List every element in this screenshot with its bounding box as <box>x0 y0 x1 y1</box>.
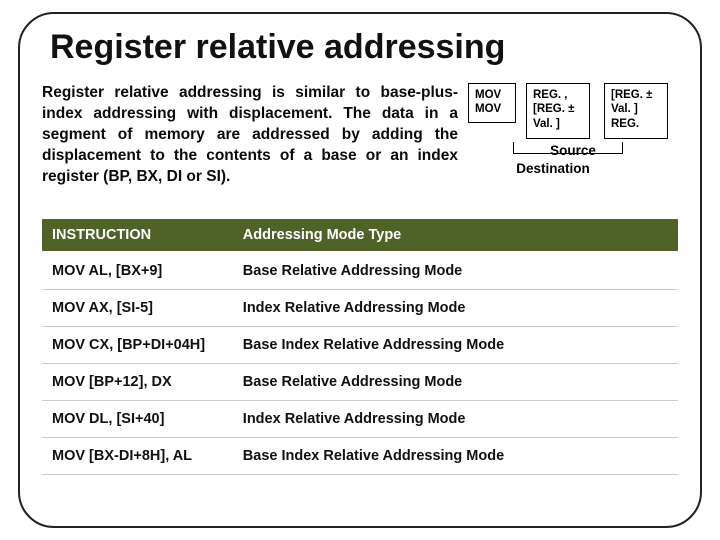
diagram-text-col1: MOVMOV <box>475 89 501 115</box>
diagram-text-col2: REG. ,[REG. ±Val. ] <box>533 89 574 130</box>
col-header-mode: Addressing Mode Type <box>233 219 678 252</box>
table-row: MOV AX, [SI-5] Index Relative Addressing… <box>42 290 678 327</box>
description-paragraph: Register relative addressing is similar … <box>42 83 458 213</box>
cell-instruction: MOV CX, [BP+DI+04H] <box>42 327 233 364</box>
diagram-box-reg: REG. ,[REG. ±Val. ] <box>526 83 590 139</box>
top-row: Register relative addressing is similar … <box>42 83 678 213</box>
slide-title: Register relative addressing <box>50 28 678 67</box>
source-label: Source <box>468 143 678 158</box>
table-row: MOV AL, [BX+9] Base Relative Addressing … <box>42 252 678 290</box>
cell-instruction: MOV AL, [BX+9] <box>42 252 233 290</box>
examples-table: INSTRUCTION Addressing Mode Type MOV AL,… <box>42 219 678 475</box>
cell-instruction: MOV [BX-DI+8H], AL <box>42 438 233 475</box>
cell-instruction: MOV AX, [SI-5] <box>42 290 233 327</box>
cell-mode: Base Relative Addressing Mode <box>233 364 678 401</box>
cell-instruction: MOV DL, [SI+40] <box>42 401 233 438</box>
diagram-text-col3: [REG. ±Val. ]REG. <box>611 89 652 130</box>
cell-mode: Index Relative Addressing Mode <box>233 401 678 438</box>
diagram-box-memdest: [REG. ±Val. ]REG. <box>604 83 668 139</box>
slide-frame: Register relative addressing Register re… <box>18 12 702 528</box>
cell-instruction: MOV [BP+12], DX <box>42 364 233 401</box>
table-row: MOV [BX-DI+8H], AL Base Index Relative A… <box>42 438 678 475</box>
table-row: MOV CX, [BP+DI+04H] Base Index Relative … <box>42 327 678 364</box>
syntax-diagram: MOVMOV REG. ,[REG. ±Val. ] [REG. ±Val. ]… <box>468 83 678 213</box>
table-row: MOV DL, [SI+40] Index Relative Addressin… <box>42 401 678 438</box>
cell-mode: Base Relative Addressing Mode <box>233 252 678 290</box>
table-header-row: INSTRUCTION Addressing Mode Type <box>42 219 678 252</box>
cell-mode: Base Index Relative Addressing Mode <box>233 438 678 475</box>
cell-mode: Index Relative Addressing Mode <box>233 290 678 327</box>
table-row: MOV [BP+12], DX Base Relative Addressing… <box>42 364 678 401</box>
col-header-instruction: INSTRUCTION <box>42 219 233 252</box>
destination-label: Destination <box>448 161 658 176</box>
diagram-box-mov: MOVMOV <box>468 83 516 123</box>
cell-mode: Base Index Relative Addressing Mode <box>233 327 678 364</box>
